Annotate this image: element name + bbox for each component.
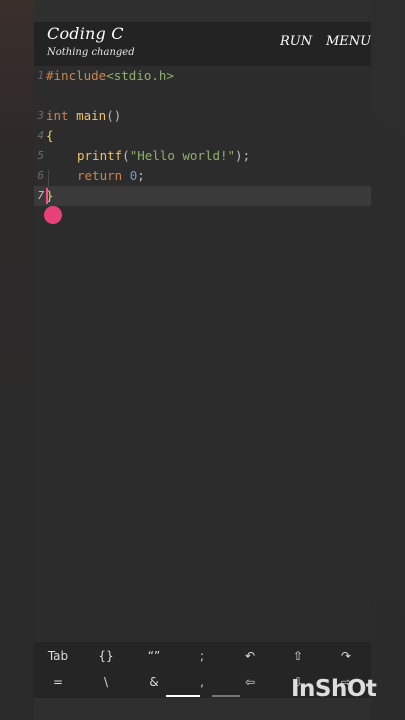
- app-title: Coding C: [47, 24, 124, 43]
- token-string: "Hello world!": [129, 148, 236, 163]
- code-editor[interactable]: 1 #include<stdio.h> 2 3 int main() 4 { 5…: [34, 66, 371, 642]
- token-punctuation: (): [106, 108, 122, 123]
- token-preprocessor: #include: [46, 68, 107, 83]
- code-text: return 0;: [77, 166, 145, 186]
- code-line-1[interactable]: 1 #include<stdio.h>: [34, 66, 371, 86]
- inshot-watermark: InShOt: [291, 676, 377, 702]
- code-line-5[interactable]: 5 printf("Hello world!");: [34, 146, 371, 166]
- tab-key[interactable]: Tab: [34, 643, 82, 669]
- equals-key[interactable]: =: [34, 669, 82, 695]
- line-number: 6: [37, 169, 44, 182]
- code-line-7[interactable]: 7 }: [34, 186, 371, 206]
- code-text: int main(): [46, 106, 121, 126]
- text-caret: [46, 188, 48, 204]
- scroll-indicator: [166, 695, 200, 697]
- line-number: 2: [34, 86, 44, 106]
- ampersand-key[interactable]: &: [130, 669, 178, 695]
- semicolon-key[interactable]: ;: [178, 643, 226, 669]
- code-line-2[interactable]: 2: [34, 86, 371, 106]
- code-line-6[interactable]: 6 return 0;: [34, 166, 371, 186]
- code-text: #include<stdio.h>: [46, 66, 174, 86]
- app-bar: Coding C Nothing changed RUN MENU: [34, 22, 371, 66]
- menu-button[interactable]: MENU: [326, 34, 371, 49]
- line-number: 1: [37, 69, 44, 82]
- token-brace: {: [46, 128, 54, 143]
- code-line-4[interactable]: 4 {: [34, 126, 371, 146]
- comma-key[interactable]: ,: [178, 669, 226, 695]
- app-window: Coding C Nothing changed RUN MENU 1 #inc…: [34, 22, 371, 698]
- background-edge-right: [371, 0, 405, 720]
- token-keyword: int: [46, 108, 69, 123]
- arrow-up-icon[interactable]: ⇧: [274, 643, 322, 669]
- token-punctuation: ;: [137, 168, 145, 183]
- line-number: 5: [37, 149, 44, 162]
- token-keyword: return: [77, 168, 123, 183]
- caret-drag-handle[interactable]: [44, 206, 62, 224]
- token-function: printf: [77, 148, 123, 163]
- line-number: 3: [37, 109, 44, 122]
- backslash-key[interactable]: \: [82, 669, 130, 695]
- scroll-indicator-track: [212, 695, 240, 697]
- redo-icon[interactable]: ↷: [322, 643, 370, 669]
- token-include-path: <stdio.h>: [106, 68, 174, 83]
- token-punctuation: );: [235, 148, 251, 163]
- arrow-left-icon[interactable]: ⇦: [226, 669, 274, 695]
- quotes-key[interactable]: “”: [130, 643, 178, 669]
- code-text: printf("Hello world!");: [77, 146, 250, 166]
- braces-key[interactable]: {}: [82, 643, 130, 669]
- token-punctuation: (: [122, 148, 130, 163]
- undo-icon[interactable]: ↶: [226, 643, 274, 669]
- save-status: Nothing changed: [47, 47, 135, 58]
- code-line-3[interactable]: 3 int main(): [34, 106, 371, 126]
- background-edge-left: [0, 0, 34, 720]
- run-button[interactable]: RUN: [280, 34, 312, 49]
- line-number: 4: [37, 129, 44, 142]
- line-number: 7: [37, 189, 44, 202]
- token-function: main: [68, 108, 107, 123]
